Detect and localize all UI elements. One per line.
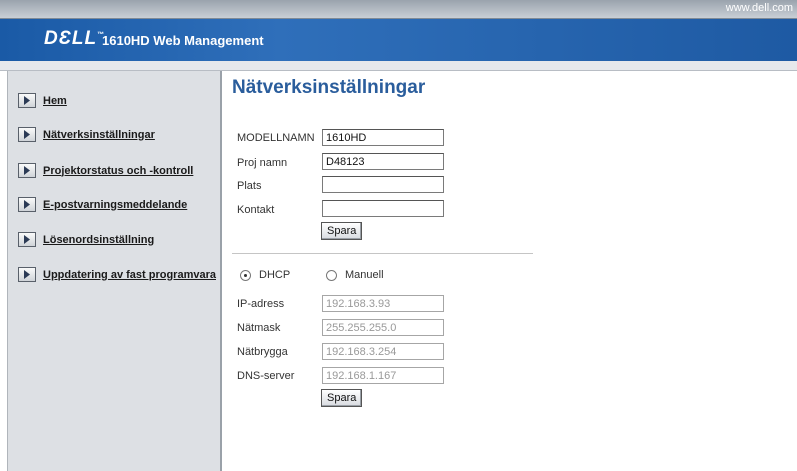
save-network-button[interactable]: Spara (321, 389, 363, 407)
location-label: Plats (237, 180, 262, 192)
site-url[interactable]: www.dell.com (726, 2, 793, 14)
netmask-field[interactable] (322, 319, 444, 336)
top-strip: www.dell.com (0, 0, 797, 19)
netmask-label: Nätmask (237, 322, 281, 334)
sidebar-item-firmware-update[interactable]: Uppdatering av fast programvara (18, 267, 216, 282)
dhcp-option[interactable]: DHCP (240, 269, 290, 281)
sidebar-item-hem[interactable]: Hem (18, 93, 67, 108)
product-title: 1610HD Web Management (102, 33, 264, 48)
arrow-right-icon (18, 267, 36, 282)
dhcp-radio[interactable] (240, 269, 251, 281)
manual-label: Manuell (345, 269, 384, 281)
model-name-field[interactable] (322, 129, 444, 146)
section-divider (232, 253, 533, 254)
sidebar-item-label[interactable]: Projektorstatus och -kontroll (43, 165, 193, 177)
projector-name-label: Proj namn (237, 157, 288, 169)
sidebar-item-password[interactable]: Lösenordsinställning (18, 232, 154, 247)
header-banner: DƐLL™ 1610HD Web Management (0, 19, 797, 61)
arrow-right-icon (18, 232, 36, 247)
model-name-label: MODELLNAMN (237, 132, 315, 144)
ip-address-label: IP-adress (237, 298, 285, 310)
projector-name-field[interactable] (322, 153, 444, 170)
contact-field[interactable] (322, 200, 444, 217)
gateway-label: Nätbrygga (237, 346, 288, 358)
sidebar-item-label[interactable]: Hem (43, 95, 67, 107)
arrow-right-icon (18, 93, 36, 108)
sidebar-item-label[interactable]: E-postvarningsmeddelande (43, 199, 187, 211)
sidebar-item-network-settings[interactable]: Nätverksinställningar (18, 127, 155, 142)
sidebar-item-projector-status[interactable]: Projektorstatus och -kontroll (18, 163, 193, 178)
arrow-right-icon (18, 127, 36, 142)
sidebar-item-label[interactable]: Nätverksinställningar (43, 129, 155, 141)
gateway-field[interactable] (322, 343, 444, 360)
sidebar-item-email-alert[interactable]: E-postvarningsmeddelande (18, 197, 187, 212)
ip-address-field[interactable] (322, 295, 444, 312)
dns-server-label: DNS-server (237, 370, 295, 382)
location-field[interactable] (322, 176, 444, 193)
contact-label: Kontakt (237, 204, 275, 216)
dell-logo: DƐLL™ (44, 28, 105, 50)
sidebar-item-label[interactable]: Lösenordsinställning (43, 234, 154, 246)
sidebar: Hem Nätverksinställningar Projektorstatu… (7, 71, 222, 471)
arrow-right-icon (18, 197, 36, 212)
arrow-right-icon (18, 163, 36, 178)
dell-logo-text: DƐLL (44, 28, 98, 49)
dhcp-label: DHCP (259, 269, 291, 281)
dns-server-field[interactable] (322, 367, 444, 384)
manual-option[interactable]: Manuell (326, 269, 384, 281)
save-info-button[interactable]: Spara (321, 222, 363, 240)
header-subband (0, 61, 797, 71)
manual-radio[interactable] (326, 269, 337, 281)
sidebar-item-label[interactable]: Uppdatering av fast programvara (43, 269, 216, 281)
page-title: Nätverksinställningar (232, 77, 426, 98)
